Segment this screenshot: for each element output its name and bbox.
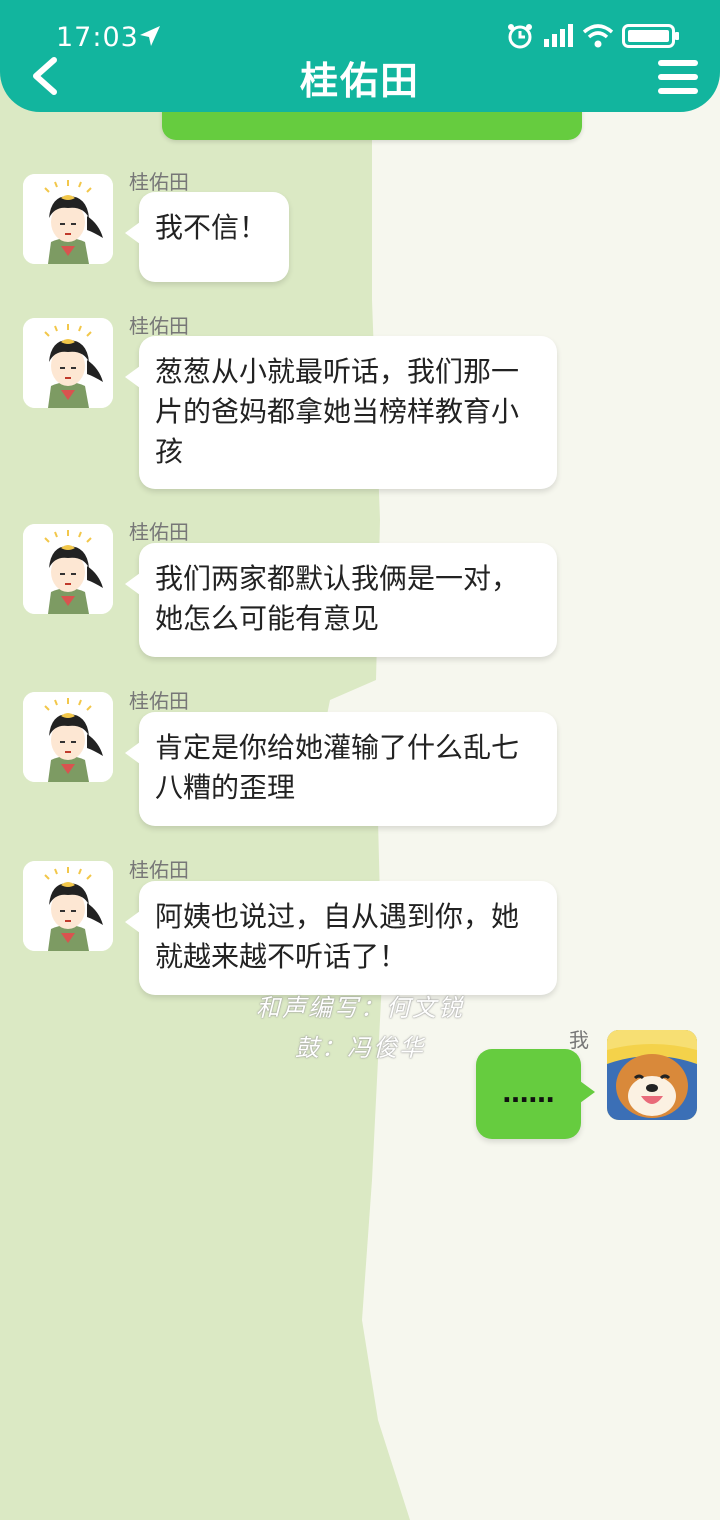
alarm-clock-icon bbox=[508, 24, 532, 49]
chat-title: 桂佑田 bbox=[299, 59, 420, 103]
sender-name: 桂佑田 bbox=[129, 689, 189, 713]
sender-name: 桂佑田 bbox=[129, 314, 189, 338]
contact-avatar[interactable] bbox=[23, 174, 113, 264]
status-icons bbox=[506, 22, 680, 50]
contact-avatar[interactable] bbox=[23, 318, 113, 408]
signal-bars-icon bbox=[544, 24, 573, 47]
sender-name: 桂佑田 bbox=[129, 858, 189, 882]
message-bubble[interactable]: 我们两家都默认我俩是一对，她怎么可能有意见 bbox=[125, 543, 557, 657]
contact-avatar[interactable] bbox=[23, 861, 113, 951]
menu-icon[interactable] bbox=[658, 60, 698, 94]
avatar-face-icon bbox=[23, 524, 113, 614]
avatar-face-icon bbox=[23, 318, 113, 408]
sender-name: 桂佑田 bbox=[129, 170, 189, 194]
avatar-face-icon bbox=[23, 174, 113, 264]
credits-overlay: 和声编写：何文锐 鼓：冯俊华 bbox=[0, 988, 720, 1068]
credits-line: 鼓：冯俊华 bbox=[295, 1034, 425, 1062]
contact-avatar[interactable] bbox=[23, 692, 113, 782]
message-bubble[interactable]: 葱葱从小就最听话，我们那一片的爸妈都拿她当榜样教育小孩 bbox=[125, 336, 557, 489]
wifi-icon bbox=[582, 24, 614, 48]
app-header: 17:03 桂佑田 bbox=[0, 0, 720, 112]
contact-avatar[interactable] bbox=[23, 524, 113, 614]
location-arrow-icon bbox=[140, 26, 160, 46]
sender-name: 桂佑田 bbox=[129, 520, 189, 544]
status-time: 17:03 bbox=[56, 22, 139, 53]
avatar-face-icon bbox=[23, 861, 113, 951]
avatar-face-icon bbox=[23, 692, 113, 782]
message-bubble[interactable]: 阿姨也说过，自从遇到你，她就越来越不听话了！ bbox=[125, 881, 557, 995]
battery-icon bbox=[622, 24, 679, 48]
message-bubble[interactable]: 我不信！ bbox=[125, 192, 289, 282]
message-bubble[interactable]: 肯定是你给她灌输了什么乱七八糟的歪理 bbox=[125, 712, 557, 826]
credits-line: 和声编写：何文锐 bbox=[256, 994, 464, 1022]
